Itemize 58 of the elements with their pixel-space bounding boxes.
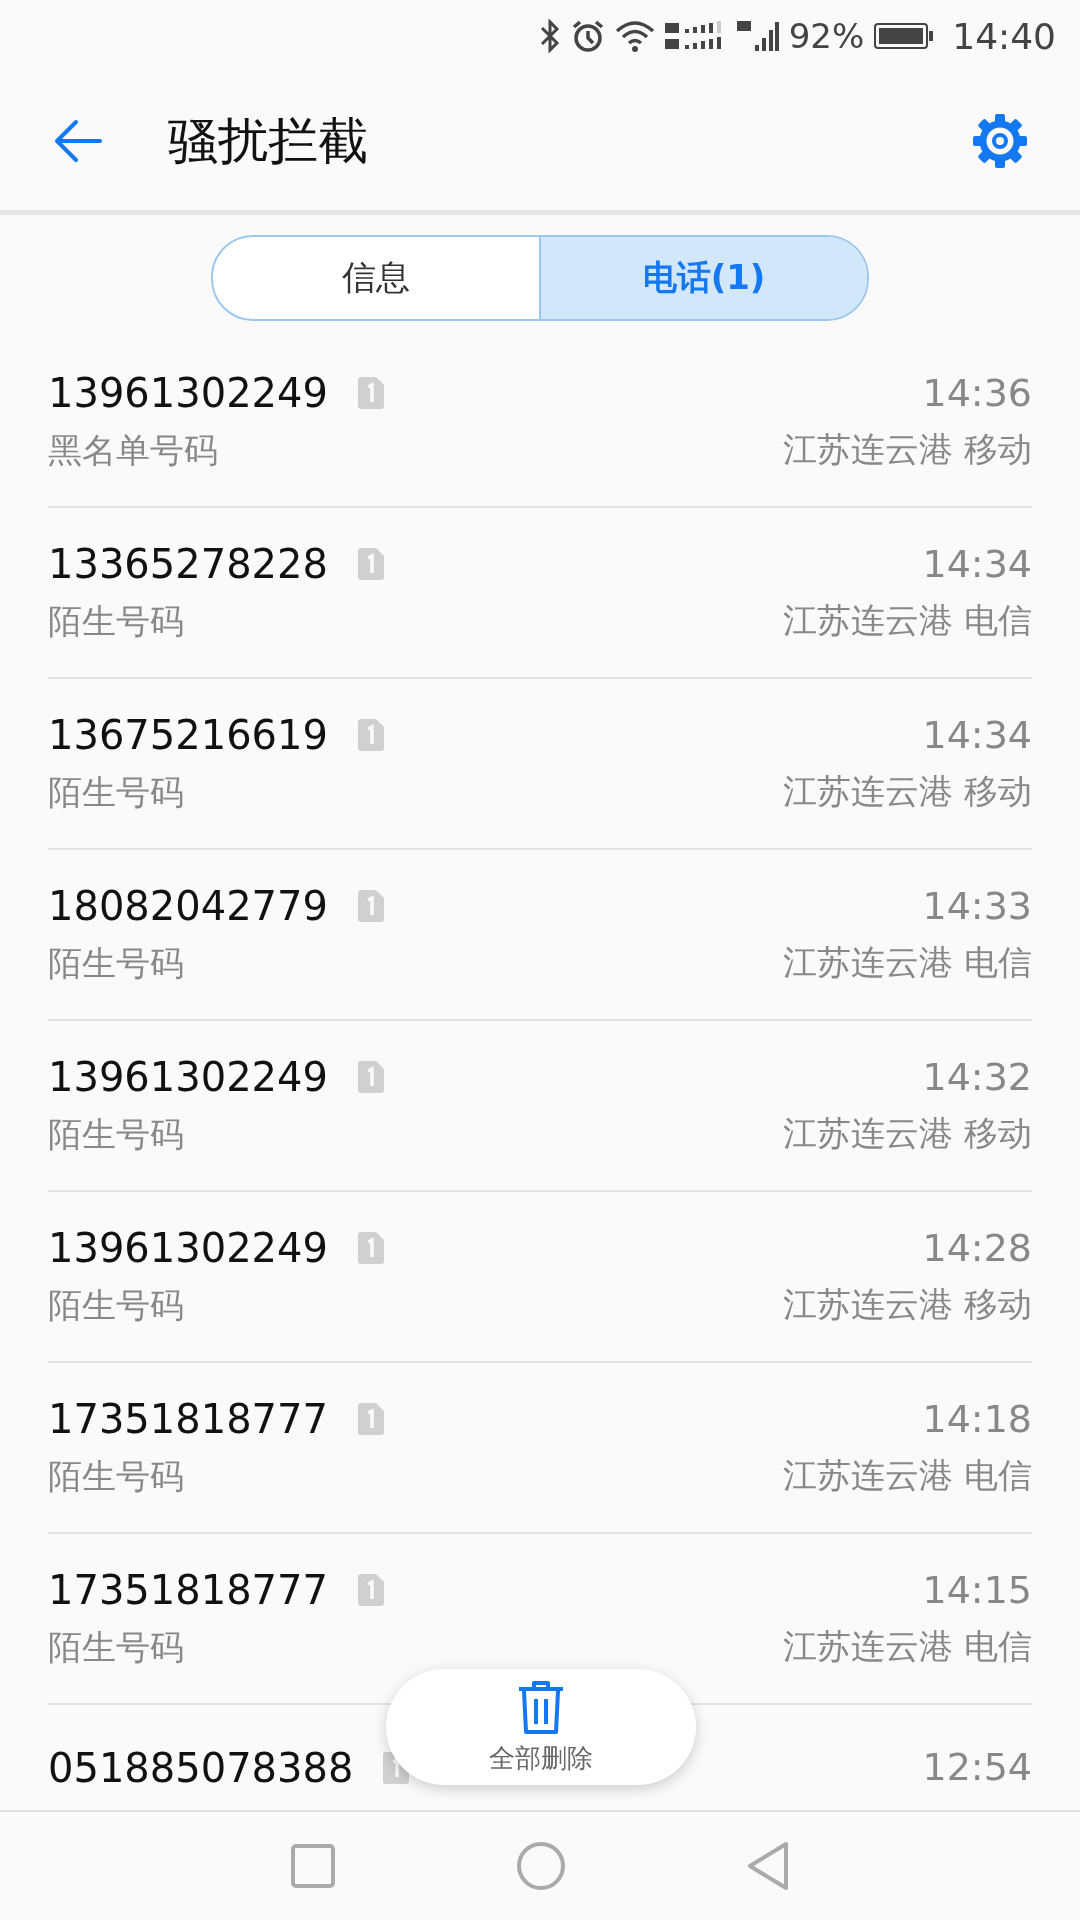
phone-number: 13961302249	[48, 369, 328, 416]
trash-icon	[517, 1678, 565, 1735]
sim-card-icon	[357, 547, 384, 580]
page-title: 骚扰拦截	[168, 110, 369, 172]
phone-number: 18082042779	[48, 882, 328, 929]
back-arrow-icon[interactable]	[54, 119, 102, 163]
phone-number: 13675216619	[48, 711, 328, 758]
status-time: 14:40	[952, 15, 1056, 57]
call-label: 陌生号码	[48, 1112, 185, 1156]
phone-number: 13961302249	[48, 1224, 328, 1271]
call-time: 14:33	[922, 883, 1032, 928]
alarm-icon	[570, 19, 605, 53]
sim-card-icon	[357, 1573, 384, 1606]
call-time: 14:15	[922, 1567, 1032, 1612]
tab[interactable]: 电话(1)	[539, 237, 867, 319]
call-label: 黑名单号码	[48, 428, 219, 472]
phone-number: 13365278228	[48, 540, 328, 587]
call-time: 14:18	[922, 1396, 1032, 1441]
call-time: 14:36	[922, 370, 1032, 415]
battery-percentage: 92%	[788, 16, 865, 56]
call-time: 14:28	[922, 1225, 1032, 1270]
call-location: 江苏连云港 移动	[783, 427, 1032, 471]
call-time: 12:54	[922, 1745, 1032, 1789]
call-label: 陌生号码	[48, 1625, 185, 1669]
phone-number: 13961302249	[48, 1053, 328, 1100]
sim-card-icon	[357, 1402, 384, 1435]
call-time: 14:32	[922, 1054, 1032, 1099]
call-location: 江苏连云港 电信	[783, 1624, 1032, 1668]
recents-icon[interactable]	[290, 1843, 336, 1889]
call-label: 陌生号码	[48, 1454, 185, 1498]
sim-card-icon	[357, 718, 384, 751]
home-icon[interactable]	[516, 1841, 566, 1891]
call-label: 陌生号码	[48, 770, 185, 814]
call-location: 江苏连云港 移动	[783, 769, 1032, 813]
settings-icon[interactable]	[970, 111, 1030, 171]
tab[interactable]: 信息	[213, 237, 539, 319]
call-location: 江苏连云港 电信	[783, 1453, 1032, 1497]
phone-number: 17351818777	[48, 1395, 328, 1442]
call-location: 江苏连云港 电信	[783, 598, 1032, 642]
call-time: 14:34	[922, 541, 1032, 586]
phone-number: 17351818777	[48, 1566, 328, 1613]
back-icon[interactable]	[746, 1841, 790, 1891]
sim-card-icon	[357, 1060, 384, 1093]
bluetooth-icon	[538, 19, 561, 53]
sim-card-icon	[357, 376, 384, 409]
phone-number: 051885078388	[48, 1745, 354, 1791]
call-label: 陌生号码	[48, 1283, 185, 1327]
sim-card-icon	[357, 1231, 384, 1264]
call-location: 江苏连云港 移动	[783, 1111, 1032, 1155]
delete-all-button[interactable]: 全部删除	[386, 1669, 696, 1785]
wifi-icon	[614, 19, 655, 53]
call-location: 江苏连云港 电信	[783, 940, 1032, 984]
call-time: 14:34	[922, 712, 1032, 757]
call-label: 陌生号码	[48, 941, 185, 985]
signal-icon	[736, 19, 779, 53]
call-location: 江苏连云港 移动	[783, 1282, 1032, 1326]
sim-card-icon	[357, 889, 384, 922]
call-label: 陌生号码	[48, 599, 185, 643]
